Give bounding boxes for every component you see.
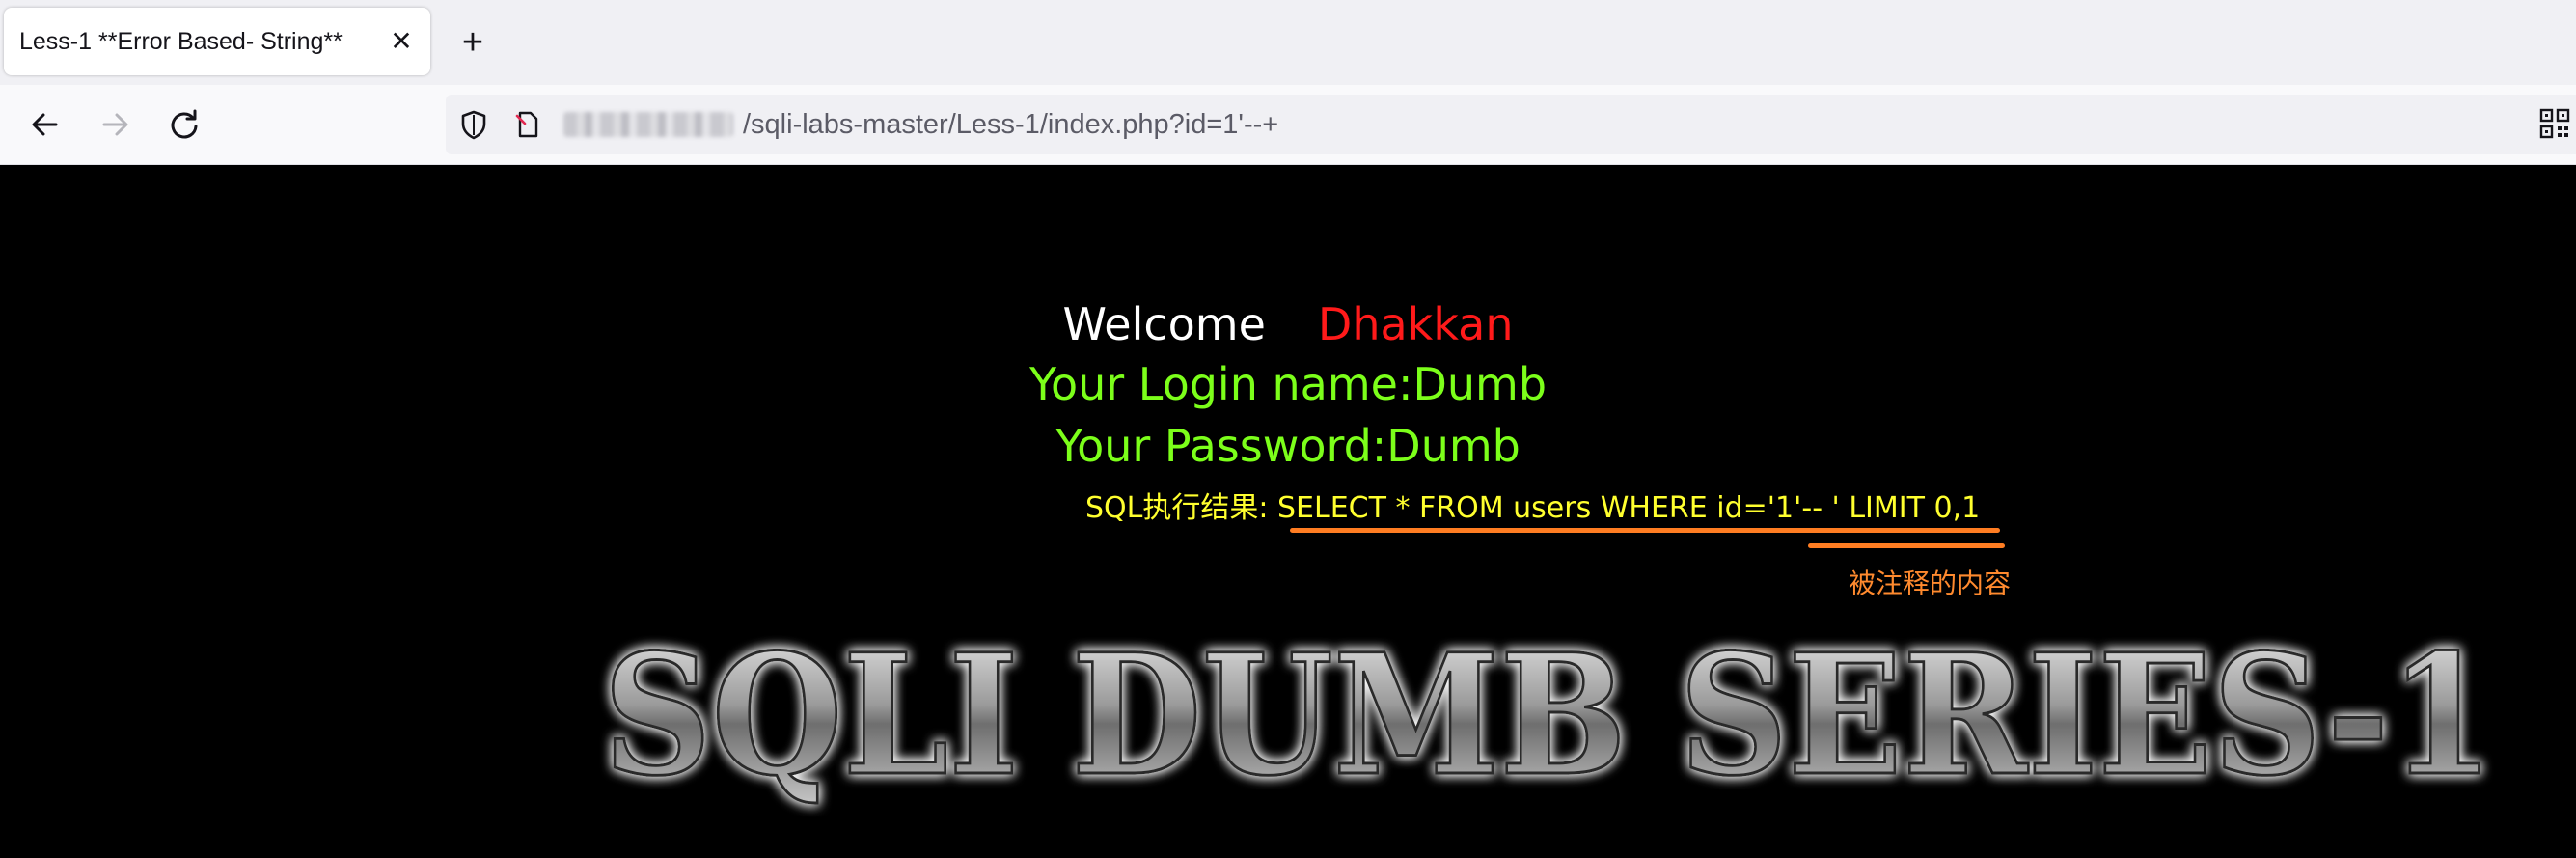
- arrow-right-icon: [102, 113, 128, 136]
- welcome-line: Welcome Dhakkan: [0, 298, 2576, 350]
- series-banner: SQLI DUMB SERIES-1: [602, 628, 2496, 815]
- tab-title: Less-1 **Error Based- String**: [19, 28, 343, 55]
- qr-code-icon[interactable]: [2539, 108, 2570, 139]
- shield-icon[interactable]: [457, 108, 490, 141]
- back-button[interactable]: [23, 102, 68, 147]
- sql-result-line: SQL执行结果: SELECT * FROM users WHERE id='1…: [1085, 491, 1981, 525]
- welcome-label: Welcome: [1062, 298, 1266, 350]
- login-name-line: Your Login name:Dumb: [1028, 358, 1548, 410]
- tab-strip: Less-1 **Error Based- String** ✕ +: [0, 0, 2576, 85]
- comment-underline: [1808, 543, 2005, 548]
- navigation-bar: /sqli-labs-master/Less-1/index.php?id=1'…: [0, 85, 2576, 165]
- reload-button[interactable]: [162, 102, 206, 147]
- browser-tab[interactable]: Less-1 **Error Based- String** ✕: [4, 8, 430, 75]
- password-line: Your Password:Dumb: [1055, 420, 1521, 472]
- new-tab-button[interactable]: +: [453, 23, 492, 62]
- query-underline: [1290, 528, 2000, 533]
- url-path[interactable]: /sqli-labs-master/Less-1/index.php?id=1'…: [743, 95, 1278, 154]
- close-tab-icon[interactable]: ✕: [386, 26, 417, 57]
- arrow-left-icon: [32, 113, 58, 136]
- url-host-blurred: [563, 112, 733, 137]
- commented-content-annotation: 被注释的内容: [1849, 567, 2012, 599]
- address-bar[interactable]: /sqli-labs-master/Less-1/index.php?id=1'…: [446, 95, 2576, 154]
- reload-icon: [171, 109, 198, 139]
- banner-text: SQLI DUMB SERIES-1: [603, 628, 2494, 813]
- page-content: Welcome Dhakkan Your Login name:Dumb Your…: [0, 165, 2576, 858]
- forward-button[interactable]: [93, 102, 137, 147]
- insecure-page-icon[interactable]: [511, 108, 544, 141]
- welcome-name: Dhakkan: [1317, 298, 1514, 350]
